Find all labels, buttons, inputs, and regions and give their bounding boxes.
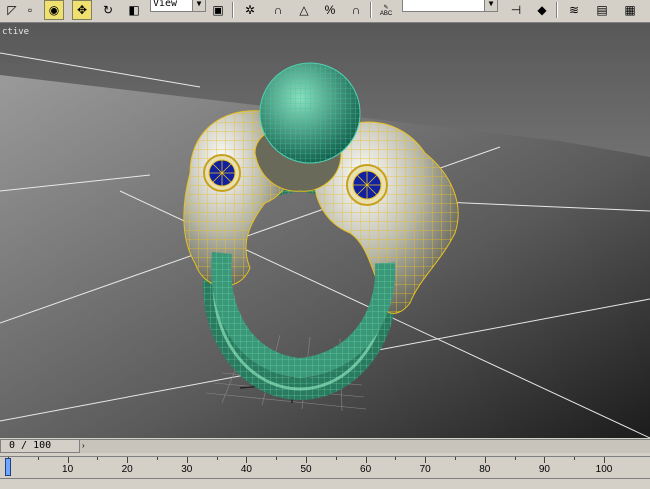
select-region-icon[interactable]: ◸	[2, 0, 22, 20]
ruler-tick	[276, 457, 278, 460]
percent-snap-icon[interactable]: %	[320, 0, 340, 20]
time-slider[interactable]: 0 / 100	[0, 439, 80, 453]
spinner-snap-icon[interactable]: ∩	[346, 0, 366, 20]
ruler-tick	[574, 457, 576, 460]
align-icon[interactable]: ◆	[532, 0, 552, 20]
ruler-tick	[157, 457, 158, 460]
ruler-tick	[455, 457, 456, 460]
reference-coordinate-dropdown[interactable]: View ▼	[150, 0, 206, 12]
ruler-label: 80	[479, 464, 491, 475]
chevron-down-icon: ▼	[192, 0, 205, 11]
select-manipulate-icon[interactable]: ✲	[240, 0, 260, 20]
toolbar-separator	[370, 2, 372, 18]
next-frame-icon[interactable]: ›	[82, 440, 92, 452]
edit-named-selection-icon[interactable]: ✎ ABC	[376, 0, 396, 20]
ruler-tick	[246, 457, 248, 463]
ruler-tick	[186, 457, 188, 463]
pivot-icon[interactable]: ▣	[208, 0, 228, 20]
ruler-tick	[216, 457, 218, 460]
ruler-tick	[67, 457, 69, 463]
ruler-tick	[484, 457, 486, 463]
ruler-label: 20	[121, 464, 133, 475]
ruler-tick	[365, 457, 367, 463]
ruler-label: 40	[240, 464, 252, 475]
ruler-label: 100	[595, 464, 613, 475]
select-by-name-icon[interactable]: ◉	[44, 0, 64, 20]
track-bar-ruler[interactable]: 10 20 30 40 50 60 70 80 90 100	[0, 456, 650, 479]
ruler-tick	[335, 457, 337, 460]
toolbar-separator	[232, 2, 234, 18]
status-bar	[0, 478, 650, 489]
rotate-icon[interactable]: ↻	[98, 0, 118, 20]
frame-display: 0 / 100	[9, 440, 52, 451]
chevron-down-icon: ▼	[484, 0, 497, 11]
main-toolbar: ◸ ▫ ◉ ✥ ↻ ◧ View ▼ ▣ ✲ ∩ △ % ∩ ✎ ABC ▼ ⊣…	[0, 0, 650, 23]
time-slider-track[interactable]	[80, 439, 650, 453]
select-object-icon[interactable]: ▫	[20, 0, 40, 20]
ruler-tick	[425, 457, 427, 463]
ruler-label: 30	[181, 464, 193, 475]
ruler-tick	[604, 457, 605, 463]
ruler-label: 50	[300, 464, 312, 475]
snap-icon[interactable]: ∩	[268, 0, 288, 20]
layer-icon[interactable]: ≋	[564, 0, 584, 20]
schematic-icon[interactable]: ▦	[620, 0, 640, 20]
ring-gemstone	[259, 62, 361, 164]
ruler-tick	[306, 457, 307, 463]
curve-editor-icon[interactable]: ▤	[592, 0, 612, 20]
viewport-scene	[0, 23, 650, 438]
ruler-tick	[514, 457, 516, 460]
move-icon[interactable]: ✥	[72, 0, 92, 20]
ruler-label: 90	[538, 464, 550, 475]
track-bar-playhead[interactable]	[5, 458, 11, 476]
ruler-tick	[37, 457, 39, 460]
named-selection-dropdown[interactable]: ▼	[402, 0, 498, 12]
text-icon: ✎	[383, 4, 389, 11]
ruler-tick	[127, 457, 129, 463]
abc-label: ABC	[379, 10, 393, 17]
ruler-tick	[97, 457, 99, 460]
angle-snap-icon[interactable]: △	[294, 0, 314, 20]
perspective-viewport[interactable]: ctive	[0, 23, 650, 438]
scale-icon[interactable]: ◧	[124, 0, 144, 20]
ruler-label: 60	[360, 464, 372, 475]
mirror-icon[interactable]: ⊣	[506, 0, 526, 20]
ruler-label: 70	[419, 464, 431, 475]
ruler-tick	[395, 457, 397, 460]
viewport-label[interactable]: ctive	[2, 27, 29, 37]
ruler-tick	[544, 457, 546, 463]
time-slider-bar: 0 / 100 ›	[0, 438, 650, 456]
reference-coordinate-value: View	[153, 0, 178, 9]
ruler-label: 10	[62, 464, 74, 475]
toolbar-separator	[556, 2, 558, 18]
